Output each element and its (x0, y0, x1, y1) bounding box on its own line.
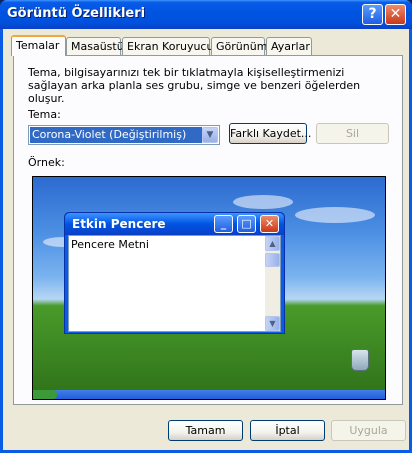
display-properties-window: Görüntü Özellikleri ? ✕ Temalar Masaüstü… (0, 0, 412, 453)
tab-ayarlar[interactable]: Ayarlar (266, 37, 312, 55)
theme-select-value: Corona-Violet (Değiştirilmiş) (30, 127, 202, 143)
title-bar[interactable]: Görüntü Özellikleri ? ✕ (0, 0, 412, 29)
theme-description: Tema, bilgisayarınızı tek bir tıklatmayl… (28, 66, 361, 105)
ok-button[interactable]: Tamam (168, 420, 243, 441)
theme-label: Tema: (28, 108, 61, 121)
tab-gorunum[interactable]: Görünüm (211, 37, 267, 55)
tab-masaustu[interactable]: Masaüstü (66, 37, 124, 55)
start-button-icon (33, 390, 57, 399)
theme-preview: Etkin Pencere _ □ ✕ Pencere Metni ▲ ▼ (32, 176, 386, 400)
save-as-button[interactable]: Farklı Kaydet... (229, 123, 311, 144)
scroll-down-icon: ▼ (265, 316, 280, 331)
close-icon: ✕ (260, 215, 279, 233)
preview-window-titlebar: Etkin Pencere _ □ ✕ (65, 213, 284, 235)
tab-temalar[interactable]: Temalar (11, 35, 66, 56)
preview-cloud (233, 195, 293, 209)
help-icon[interactable]: ? (362, 4, 383, 25)
preview-window-text: Pencere Metni (71, 238, 149, 251)
scroll-thumb (265, 253, 280, 267)
preview-cloud (295, 207, 375, 223)
delete-button[interactable]: Sil (316, 123, 389, 144)
chevron-down-icon[interactable]: ▼ (202, 127, 218, 143)
theme-select[interactable]: Corona-Violet (Değiştirilmiş) ▼ (28, 125, 220, 145)
preview-window-title: Etkin Pencere (72, 217, 166, 231)
apply-button[interactable]: Uygula (331, 420, 406, 441)
preview-active-window: Etkin Pencere _ □ ✕ Pencere Metni ▲ ▼ (64, 212, 285, 334)
scroll-up-icon: ▲ (265, 236, 280, 251)
close-icon[interactable]: ✕ (385, 4, 406, 25)
recycle-bin-icon (351, 349, 369, 371)
minimize-icon: _ (214, 215, 233, 233)
preview-window-body: Pencere Metni ▲ ▼ (68, 235, 281, 332)
tab-ekran-koruyucu[interactable]: Ekran Koruyucu (122, 37, 213, 55)
themes-panel: Tema, bilgisayarınızı tek bir tıklatmayl… (13, 55, 403, 405)
preview-scrollbar: ▲ ▼ (265, 236, 280, 331)
preview-taskbar (33, 390, 385, 399)
window-title: Görüntü Özellikleri (7, 6, 146, 21)
maximize-icon: □ (237, 215, 256, 233)
cancel-button[interactable]: İptal (250, 420, 325, 441)
sample-label: Örnek: (28, 156, 65, 169)
